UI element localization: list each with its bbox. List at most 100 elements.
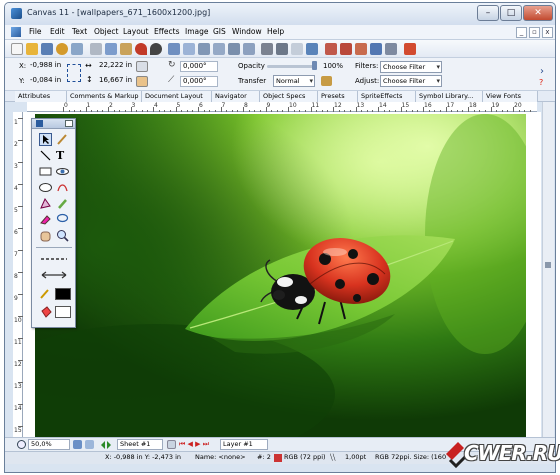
polygon-icon[interactable] <box>39 197 52 210</box>
tab-attributes[interactable]: Attributes <box>15 91 67 102</box>
new-document-icon[interactable] <box>11 43 23 55</box>
lock-icon[interactable] <box>291 43 303 55</box>
tool-palette-header[interactable] <box>32 119 75 129</box>
opacity-slider-thumb[interactable] <box>312 61 317 70</box>
skew-icon[interactable] <box>136 76 148 87</box>
rectangle-icon[interactable] <box>39 165 52 178</box>
angle-2-field[interactable]: 0,000° <box>180 76 218 87</box>
page-icon[interactable] <box>85 440 94 449</box>
menu-window[interactable]: Window <box>232 27 262 36</box>
effect-2-icon[interactable] <box>340 43 352 55</box>
vertical-scrollbar[interactable] <box>542 102 554 437</box>
tab-document-layout[interactable]: Document Layout <box>142 91 212 102</box>
tab-symbol-library[interactable]: Symbol Library... <box>416 91 483 102</box>
sheet-selector[interactable]: Sheet #1 <box>117 439 163 450</box>
menu-effects[interactable]: Effects <box>154 27 180 36</box>
menu-help[interactable]: Help <box>267 27 284 36</box>
menu-edit[interactable]: Edit <box>50 27 65 36</box>
tab-view-fonts[interactable]: View Fonts <box>483 91 538 102</box>
print-icon[interactable] <box>71 43 83 55</box>
eye-icon[interactable] <box>56 165 69 178</box>
doc-restore-button[interactable]: ▫ <box>529 27 540 38</box>
text-tool-icon[interactable]: T <box>56 149 69 162</box>
menu-object[interactable]: Object <box>94 27 118 36</box>
rotate-ccw-icon[interactable] <box>213 43 225 55</box>
document-icon[interactable] <box>11 27 21 37</box>
previous-sheet-icon[interactable] <box>97 441 105 449</box>
opacity-slider-track[interactable] <box>267 65 317 68</box>
menu-layout[interactable]: Layout <box>123 27 149 36</box>
title-bar[interactable]: Canvas 11 - [wallpapers_671_1600x1200.jp… <box>5 3 555 25</box>
height-field[interactable]: 16,667 in <box>97 76 133 87</box>
flip-vertical-icon[interactable] <box>243 43 255 55</box>
paste-icon[interactable] <box>120 43 132 55</box>
close-button[interactable]: ✕ <box>523 5 553 21</box>
more-arrow-icon[interactable]: › <box>540 66 544 77</box>
effect-5-icon[interactable] <box>385 43 397 55</box>
doc-close-button[interactable]: x <box>542 27 553 38</box>
fill-bucket-icon[interactable] <box>39 306 52 319</box>
palette-close-icon[interactable] <box>65 120 73 127</box>
grid-icon[interactable] <box>276 43 288 55</box>
layer-selector[interactable]: Layer #1 <box>220 439 268 450</box>
width-field[interactable]: 22,222 in <box>97 61 133 72</box>
fill-color-swatch[interactable] <box>55 306 71 318</box>
angle-1-field[interactable]: 0,000° <box>180 61 218 72</box>
align-icon[interactable] <box>261 43 273 55</box>
menu-file[interactable]: File <box>29 27 42 36</box>
menu-image[interactable]: Image <box>185 27 209 36</box>
save-icon[interactable] <box>41 43 53 55</box>
filters-dropdown[interactable]: Choose Filter <box>380 61 442 73</box>
tab-sprite-effects[interactable]: SpriteEffects <box>358 91 416 102</box>
ungroup-icon[interactable] <box>183 43 195 55</box>
copy-icon[interactable] <box>105 43 117 55</box>
zoom-level-field[interactable]: 50,0% <box>28 439 70 450</box>
tab-comments-markup[interactable]: Comments & Markup <box>67 91 142 102</box>
web-icon[interactable] <box>56 43 68 55</box>
maximize-button[interactable]: □ <box>500 5 522 21</box>
zoom-icon[interactable] <box>56 229 69 242</box>
tab-navigator[interactable]: Navigator <box>212 91 260 102</box>
hand-icon[interactable] <box>39 229 52 242</box>
bezier-icon[interactable] <box>56 181 69 194</box>
undo-icon[interactable] <box>135 43 147 55</box>
effect-1-icon[interactable] <box>325 43 337 55</box>
next-sheet-icon[interactable] <box>107 441 115 449</box>
effect-3-icon[interactable] <box>355 43 367 55</box>
zoom-magnifier-icon[interactable] <box>17 440 26 449</box>
menu-text[interactable]: Text <box>72 27 87 36</box>
lasso-icon[interactable] <box>56 213 69 226</box>
cut-icon[interactable] <box>90 43 102 55</box>
redo-icon[interactable] <box>150 43 162 55</box>
transfer-dropdown[interactable]: Normal <box>273 75 315 87</box>
proportion-icon[interactable] <box>136 61 148 72</box>
layer-nav-arrows-icon[interactable]: ⏮ ◀ ▶ ⏭ <box>179 439 209 450</box>
menu-gis[interactable]: GIS <box>213 27 226 36</box>
scrollbar-thumb[interactable] <box>545 262 551 268</box>
tab-object-specs[interactable]: Object Specs <box>260 91 318 102</box>
layers-icon[interactable] <box>306 43 318 55</box>
open-folder-icon[interactable] <box>26 43 38 55</box>
help-icon[interactable]: ? <box>539 78 543 87</box>
minimize-button[interactable]: – <box>477 5 499 21</box>
anchor-grid-icon[interactable] <box>67 64 81 82</box>
adjust-dropdown[interactable]: Choose Filter <box>380 75 442 87</box>
stroke-color-swatch[interactable] <box>55 288 71 300</box>
doc-minimize-button[interactable]: _ <box>516 27 527 38</box>
eraser-icon[interactable] <box>39 213 52 226</box>
rotate-icon[interactable] <box>198 43 210 55</box>
zoom-in-icon[interactable] <box>73 440 82 449</box>
y-field[interactable]: -0,084 in <box>28 76 64 87</box>
line-icon[interactable] <box>39 149 52 162</box>
selection-arrow-icon[interactable] <box>39 133 52 146</box>
ellipse-icon[interactable] <box>39 181 52 194</box>
stroke-pen-icon[interactable] <box>39 287 52 300</box>
brush-icon[interactable] <box>56 197 69 210</box>
tab-presets[interactable]: Presets <box>318 91 358 102</box>
arrow-style-icon[interactable] <box>39 269 69 282</box>
group-icon[interactable] <box>168 43 180 55</box>
no-tool-icon[interactable] <box>404 43 416 55</box>
line-style-icon[interactable] <box>39 253 69 266</box>
layer-stack-icon[interactable] <box>167 440 176 449</box>
pen-icon[interactable] <box>56 133 69 146</box>
